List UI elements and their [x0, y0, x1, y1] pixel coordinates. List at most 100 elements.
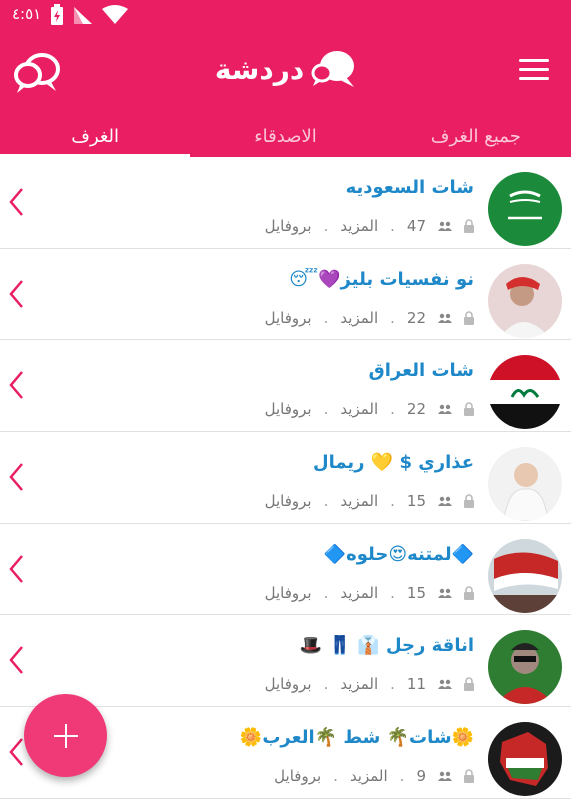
separator-dot: .	[390, 308, 395, 327]
avatar-saudi-flag[interactable]	[488, 172, 562, 246]
room-name[interactable]: شات السعوديه	[346, 177, 474, 198]
user-count: 15	[406, 583, 426, 602]
lock-icon	[464, 586, 474, 600]
battery-charging-icon	[51, 4, 63, 25]
profile-link[interactable]: بروفايل	[265, 492, 312, 510]
user-count: 47	[406, 217, 426, 235]
cellular-signal-icon	[74, 7, 92, 24]
iraq-flag-icon	[488, 355, 562, 430]
profile-link[interactable]: بروفايل	[265, 400, 312, 418]
users-icon	[438, 680, 452, 690]
chevron-left-icon[interactable]	[8, 645, 24, 675]
room-row[interactable]: اناقة رجل 👔 👖 🎩 11 . المزيد . بروفايل	[0, 615, 571, 708]
baby-photo-icon	[488, 447, 562, 522]
tab-all-rooms[interactable]: جميع الغرف	[381, 122, 571, 157]
avatar-photo[interactable]	[488, 630, 562, 705]
separator-dot: .	[323, 400, 329, 419]
add-room-fab[interactable]	[24, 694, 107, 777]
more-link[interactable]: المزيد	[340, 675, 378, 693]
menu-button[interactable]	[519, 59, 549, 83]
avatar-iraq-map[interactable]	[488, 722, 562, 797]
room-row[interactable]: 🔷لمتنه😍حلوه🔷 15 . المزيد . بروفايل	[0, 524, 571, 616]
room-meta: 9 . المزيد . بروفايل	[274, 767, 474, 785]
app-bar: دردشة الغرف الاصدقاء جميع الغرف	[0, 31, 571, 157]
chevron-left-icon[interactable]	[8, 370, 24, 400]
tab-bar: الغرف الاصدقاء جميع الغرف	[0, 122, 571, 157]
more-link[interactable]: المزيد	[340, 309, 378, 327]
separator-dot: .	[390, 492, 395, 511]
separator-dot: .	[323, 217, 329, 235]
chevron-left-icon[interactable]	[8, 462, 24, 492]
room-meta: 15 . المزيد . بروفايل	[265, 492, 474, 510]
avatar-photo[interactable]	[488, 263, 562, 338]
tab-friends[interactable]: الاصدقاء	[190, 122, 380, 157]
room-row[interactable]: عذاري $ 💛 ريمال 15 . المزيد . بروفايل	[0, 432, 571, 524]
lock-icon	[464, 677, 474, 692]
more-link[interactable]: المزيد	[350, 767, 388, 785]
more-link[interactable]: المزيد	[340, 584, 378, 602]
lock-icon	[464, 310, 474, 325]
avatar-photo[interactable]	[488, 538, 562, 613]
room-name[interactable]: 🔷لمتنه😍حلوه🔷	[324, 544, 474, 565]
room-name[interactable]: اناقة رجل 👔 👖 🎩	[300, 635, 474, 656]
tab-rooms[interactable]: الغرف	[0, 122, 191, 157]
separator-dot: .	[399, 767, 405, 786]
lock-icon	[464, 494, 474, 509]
user-count: 11	[406, 675, 426, 694]
users-icon	[438, 405, 452, 415]
lock-icon	[464, 219, 474, 233]
iraq-map-icon	[488, 722, 562, 797]
room-name[interactable]: عذاري $ 💛 ريمال	[313, 452, 474, 473]
lock-icon	[464, 769, 474, 784]
chevron-left-icon[interactable]	[8, 737, 24, 767]
separator-dot: .	[323, 583, 329, 602]
user-count: 9	[416, 767, 426, 786]
room-name[interactable]: شات العراق	[369, 360, 474, 381]
profile-link[interactable]: بروفايل	[265, 217, 312, 235]
status-icons	[50, 4, 128, 26]
profile-link[interactable]: بروفايل	[265, 675, 312, 693]
users-icon	[438, 771, 452, 782]
separator-dot: .	[390, 675, 395, 694]
room-name[interactable]: 🌼شات🌴 شط 🌴العرب🌼	[240, 727, 474, 748]
room-row[interactable]: شات العراق 22 . المزيد . بروفايل	[0, 340, 571, 433]
room-meta: 22 . المزيد . بروفايل	[265, 400, 474, 418]
profile-link[interactable]: بروفايل	[274, 767, 321, 785]
chevron-left-icon[interactable]	[8, 187, 24, 217]
separator-dot: .	[390, 217, 395, 235]
user-count: 22	[406, 400, 426, 419]
room-row[interactable]: شات السعوديه 47 . المزيد . بروفايل	[0, 157, 571, 249]
user-count: 22	[406, 308, 426, 327]
separator-dot: .	[333, 767, 338, 786]
person-photo-icon	[488, 263, 562, 338]
users-icon	[438, 588, 452, 598]
more-link[interactable]: المزيد	[340, 400, 378, 418]
separator-dot: .	[323, 492, 329, 511]
profile-link[interactable]: بروفايل	[265, 584, 312, 602]
avatar-iraq-flag[interactable]	[488, 355, 562, 430]
more-link[interactable]: المزيد	[340, 492, 378, 510]
hamburger-line	[519, 77, 549, 80]
separator-dot: .	[390, 583, 395, 602]
man-photo-icon	[488, 630, 562, 705]
room-row[interactable]: نو نفسيات بليز💜😴 22 . المزيد . بروفايل	[0, 249, 571, 341]
user-count: 15	[406, 492, 426, 511]
separator-dot: .	[390, 400, 395, 419]
chevron-left-icon[interactable]	[8, 279, 24, 309]
title-group: دردشة	[0, 49, 571, 89]
room-name[interactable]: نو نفسيات بليز💜😴	[289, 269, 474, 290]
separator-dot: .	[323, 308, 329, 327]
status-time: ٤:٥١	[12, 5, 42, 23]
users-icon	[438, 221, 452, 231]
more-link[interactable]: المزيد	[340, 217, 378, 235]
room-meta: 47 . المزيد . بروفايل	[265, 217, 474, 235]
chevron-left-icon[interactable]	[8, 554, 24, 584]
lock-icon	[464, 402, 474, 417]
profile-link[interactable]: بروفايل	[265, 309, 312, 327]
saudi-flag-icon	[488, 172, 562, 246]
crowd-flag-photo-icon	[488, 538, 562, 613]
avatar-photo[interactable]	[488, 447, 562, 522]
hamburger-line	[519, 68, 549, 71]
room-meta: 22 . المزيد . بروفايل	[265, 309, 474, 327]
separator-dot: .	[323, 675, 329, 694]
